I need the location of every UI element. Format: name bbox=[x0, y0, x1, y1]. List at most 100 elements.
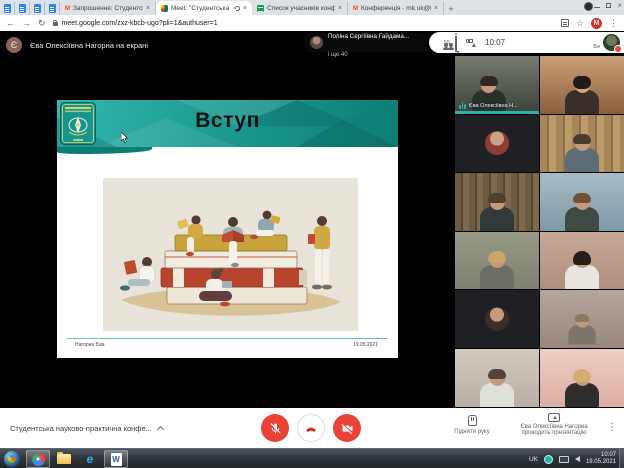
tab-audio-icon[interactable] bbox=[233, 5, 240, 11]
meet-icon bbox=[161, 5, 168, 12]
word-icon: W bbox=[111, 453, 122, 466]
tray-clock[interactable]: 10:07 19.05.2021 bbox=[586, 452, 616, 466]
chat-icon bbox=[455, 33, 457, 52]
taskbar-chrome[interactable] bbox=[26, 450, 50, 468]
video-tile[interactable] bbox=[455, 232, 539, 290]
tab-gmail-invite[interactable]: M Запрошення: Студентська на × bbox=[60, 2, 156, 15]
video-tile[interactable] bbox=[540, 349, 624, 407]
video-tile-camera-off[interactable] bbox=[455, 290, 539, 348]
raise-hand-label: Підняти руку bbox=[449, 429, 495, 435]
tile-name: Єва Олексіївна Н... bbox=[469, 103, 518, 109]
close-icon[interactable]: × bbox=[243, 5, 247, 12]
bookmark-star-icon[interactable]: ☆ bbox=[576, 18, 584, 28]
folder-icon bbox=[57, 454, 71, 464]
tab-label: Список учасників конферен bbox=[267, 5, 335, 12]
tab-label: Запрошення: Студентська на bbox=[73, 5, 143, 12]
sheets-icon bbox=[257, 5, 264, 12]
windows-flag-icon bbox=[6, 453, 17, 464]
video-tile[interactable] bbox=[540, 56, 624, 114]
slide-footer-rule bbox=[67, 338, 388, 339]
participant-silhouette bbox=[562, 136, 602, 172]
more-options-icon[interactable]: ⋮ bbox=[607, 422, 617, 433]
pinned-tab-docs-1[interactable] bbox=[0, 2, 15, 15]
browser-menu-icon[interactable]: ⋮ bbox=[609, 18, 618, 28]
participant-silhouette bbox=[477, 371, 517, 407]
self-avatar[interactable] bbox=[603, 34, 620, 51]
forward-button[interactable]: → bbox=[22, 16, 31, 30]
internet-explorer-icon: e bbox=[87, 452, 94, 466]
you-label: Ви bbox=[593, 44, 600, 50]
meeting-name[interactable]: Студентська науково-практична конфе... bbox=[10, 408, 163, 448]
presenter-avatar: Є bbox=[6, 37, 22, 53]
address-bar[interactable]: meet.google.com/zxz-kbcb-ugo?pli=1&authu… bbox=[53, 20, 554, 27]
minimize-button[interactable] bbox=[594, 7, 600, 8]
participant-name: Поліна Сергіївна Гайдама... bbox=[328, 33, 409, 40]
chevron-up-icon[interactable] bbox=[157, 426, 164, 433]
close-icon[interactable]: × bbox=[146, 5, 150, 12]
video-tile[interactable] bbox=[455, 349, 539, 407]
slide-illustration bbox=[103, 178, 358, 331]
pinned-tab-docs-4[interactable] bbox=[45, 2, 60, 15]
camera-off-button[interactable] bbox=[333, 414, 361, 442]
mic-off-icon bbox=[269, 422, 282, 435]
slide-date: 19.05.2021 bbox=[353, 342, 378, 348]
self-view[interactable]: Ви bbox=[593, 34, 620, 51]
network-icon[interactable] bbox=[559, 456, 569, 463]
tab-strip: M Запрошення: Студентська на × Meet: "Ст… bbox=[0, 0, 624, 15]
mic-off-button[interactable] bbox=[261, 414, 289, 442]
extension-icon[interactable] bbox=[584, 2, 593, 11]
profile-avatar[interactable]: M bbox=[591, 18, 602, 29]
video-tile[interactable] bbox=[540, 115, 624, 173]
start-button[interactable] bbox=[4, 451, 20, 467]
camera-off-icon bbox=[341, 422, 354, 435]
active-speaker-border bbox=[455, 111, 539, 114]
hang-up-button[interactable] bbox=[297, 414, 325, 442]
new-tab-button[interactable]: + bbox=[444, 2, 458, 15]
window-controls: × bbox=[594, 1, 622, 10]
tab-sheets-participants[interactable]: Список учасників конферен × bbox=[252, 2, 348, 15]
close-icon[interactable]: × bbox=[338, 5, 342, 12]
pinned-tab-docs-3[interactable] bbox=[30, 2, 45, 15]
browser-chrome: M Запрошення: Студентська на × Meet: "Ст… bbox=[0, 0, 624, 31]
taskbar-word[interactable]: W bbox=[104, 450, 128, 468]
taskbar-explorer[interactable] bbox=[52, 450, 76, 468]
show-desktop-button[interactable] bbox=[619, 448, 624, 468]
taskbar-ie[interactable]: e bbox=[78, 450, 102, 468]
volume-icon[interactable] bbox=[575, 456, 580, 462]
video-tile-eva-presenter[interactable]: Єва Олексіївна Н... bbox=[455, 56, 539, 114]
gmail-icon: M bbox=[65, 6, 70, 12]
padlock-icon[interactable] bbox=[53, 22, 58, 26]
tab-gmail-conference[interactable]: M Конференція - mk.uk@kubg × bbox=[348, 2, 444, 15]
docs-icon bbox=[4, 4, 11, 13]
windows-taskbar: e W UK 10:07 19.05.2021 bbox=[0, 448, 624, 468]
reload-button[interactable]: ↻ bbox=[38, 16, 46, 30]
translate-icon[interactable] bbox=[561, 19, 569, 27]
clock-text: 10:07 bbox=[485, 38, 505, 47]
docs-icon bbox=[49, 4, 56, 13]
back-button[interactable]: ← bbox=[6, 16, 15, 30]
mic-muted-badge bbox=[614, 45, 622, 53]
raise-hand-button[interactable]: Підняти руку bbox=[449, 415, 495, 435]
maximize-button[interactable] bbox=[606, 3, 611, 8]
video-tile-camera-off[interactable] bbox=[455, 115, 539, 173]
close-window-button[interactable]: × bbox=[617, 2, 622, 10]
video-tile[interactable] bbox=[540, 173, 624, 231]
pinned-tab-docs-2[interactable] bbox=[15, 2, 30, 15]
chat-button[interactable] bbox=[455, 34, 457, 52]
avatar bbox=[485, 307, 509, 331]
meet-bottom-bar: Студентська науково-практична конфе... bbox=[0, 408, 624, 448]
video-tile[interactable] bbox=[540, 290, 624, 348]
participant-silhouette bbox=[562, 253, 602, 289]
url-text[interactable]: meet.google.com/zxz-kbcb-ugo?pli=1&authu… bbox=[62, 20, 218, 27]
video-tile[interactable] bbox=[540, 232, 624, 290]
participant-silhouette bbox=[566, 316, 598, 345]
close-icon[interactable]: × bbox=[434, 5, 438, 12]
call-end-icon bbox=[304, 421, 318, 435]
mouse-cursor bbox=[121, 132, 129, 143]
video-tile[interactable] bbox=[455, 173, 539, 231]
participant-silhouette bbox=[562, 195, 602, 231]
participants-pill[interactable]: Поліна Сергіївна Гайдама... і ще 40 bbox=[305, 33, 427, 52]
tray-app-icon[interactable] bbox=[544, 455, 553, 464]
tab-meet-active[interactable]: Meet: "Студентська наук × bbox=[156, 1, 252, 15]
language-indicator[interactable]: UK bbox=[529, 456, 538, 463]
